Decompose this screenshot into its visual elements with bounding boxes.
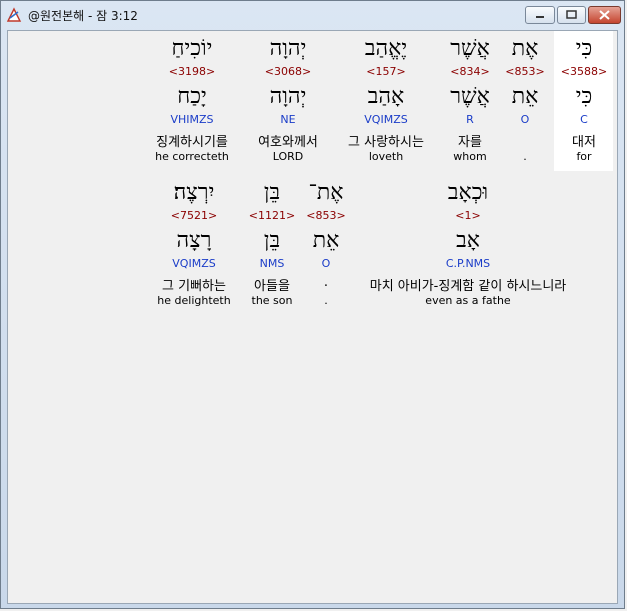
hebrew-lemma: אֵת [511, 84, 539, 109]
strong-number[interactable]: <853> [300, 209, 352, 222]
morphology-code: NMS [259, 257, 285, 270]
hebrew-surface: יְהוָה [269, 36, 307, 61]
strong-number[interactable]: <3068> [248, 65, 328, 78]
minimize-icon [536, 16, 544, 18]
close-icon [599, 10, 610, 20]
word-column[interactable]: אֶת <853> אֵת O . [503, 31, 547, 171]
morphology-code: C.P.NMS [445, 257, 491, 270]
hebrew-surface: אֶת [511, 36, 539, 61]
morphology-code: C [580, 113, 588, 126]
window-title: @원전본해 - 잠 3:12 [28, 9, 138, 23]
app-window: @원전본해 - 잠 3:12 כִּי <3588> כִּי C 대저 for [0, 0, 625, 609]
hebrew-lemma: אֲשֶׁר [450, 84, 490, 109]
word-column[interactable]: יוֹכִיחַ <3198> יָכַח VHIMZS 징계하시기를 he c… [144, 31, 240, 171]
english-gloss: the son [251, 294, 293, 307]
strong-number[interactable]: <1121> [242, 209, 302, 222]
english-gloss: loveth [368, 150, 404, 163]
word-column[interactable]: כִּי <3588> כִּי C 대저 for [556, 31, 612, 171]
korean-gloss: 여호와께서 [258, 135, 318, 150]
korean-gloss: 그 기뻐하는 [162, 279, 226, 294]
morphology-code: VQIMZS [364, 113, 408, 126]
hebrew-surface: אֲשֶׁר [450, 36, 490, 61]
korean-gloss: . [323, 275, 329, 290]
app-logo-icon [6, 7, 22, 22]
morphology-code: NE [280, 113, 296, 126]
hebrew-surface: יוֹכִיחַ [171, 36, 213, 61]
hebrew-surface: כִּי [575, 36, 593, 61]
korean-gloss: 자를 [458, 135, 482, 150]
english-gloss: . [523, 150, 527, 163]
interlinear-view: כִּי <3588> כִּי C 대저 for אֶת <853> אֵת … [7, 30, 618, 604]
morphology-code: O [520, 113, 530, 126]
hebrew-lemma: אָב [456, 228, 480, 253]
hebrew-lemma: אֵת [312, 228, 340, 253]
word-column[interactable]: יֶאֱהַב <157> אָהַב VQIMZS 그 사랑하시는 lovet… [338, 31, 434, 171]
strong-number[interactable]: <7521> [148, 209, 240, 222]
title-bar[interactable]: @원전본해 - 잠 3:12 [1, 1, 624, 29]
hebrew-lemma: בֵּן [263, 228, 281, 253]
strong-number[interactable]: <853> [503, 65, 547, 78]
close-button[interactable] [588, 6, 621, 24]
hebrew-lemma: כִּי [575, 84, 593, 109]
english-gloss: . [324, 294, 328, 307]
english-gloss: whom [453, 150, 487, 163]
word-column[interactable]: בֵּן <1121> בֵּן NMS 아들을 the son [242, 175, 302, 315]
hebrew-lemma: אָהַב [367, 84, 405, 109]
strong-number[interactable]: <834> [444, 65, 496, 78]
strong-number[interactable]: <1> [348, 209, 588, 222]
hebrew-surface: בֵּן [263, 180, 281, 205]
hebrew-lemma: יְהוָה [269, 84, 307, 109]
english-gloss: he delighteth [157, 294, 231, 307]
english-gloss: he correcteth [155, 150, 229, 163]
strong-number[interactable]: <3198> [144, 65, 240, 78]
hebrew-surface: אֶת־ [308, 180, 344, 205]
english-gloss: LORD [272, 150, 304, 163]
strong-number[interactable]: <3588> [556, 65, 612, 78]
hebrew-surface: יִרְצֶה׃ [173, 180, 215, 205]
morphology-code: VQIMZS [172, 257, 216, 270]
maximize-icon [566, 10, 577, 19]
korean-gloss: 대저 [572, 135, 596, 150]
hebrew-surface: וּכְאָב [447, 180, 489, 205]
korean-gloss: 아들을 [254, 279, 290, 294]
korean-gloss: 그 사랑하시는 [348, 135, 424, 150]
hebrew-lemma: רָצָה [176, 228, 212, 253]
word-column[interactable]: יִרְצֶה׃ <7521> רָצָה VQIMZS 그 기뻐하는 he d… [148, 175, 240, 315]
strong-number[interactable]: <157> [338, 65, 434, 78]
word-column[interactable]: וּכְאָב <1> אָב C.P.NMS 마치 아비가-징계함 같이 하시… [348, 175, 588, 315]
hebrew-lemma: יָכַח [177, 84, 207, 109]
hebrew-surface: יֶאֱהַב [364, 36, 408, 61]
english-gloss: even as a fathe [425, 294, 511, 307]
korean-gloss: 마치 아비가-징계함 같이 하시느니라 [369, 279, 567, 294]
english-gloss: for [576, 150, 592, 163]
word-column[interactable]: יְהוָה <3068> יְהוָה NE 여호와께서 LORD [248, 31, 328, 171]
minimize-button[interactable] [525, 6, 555, 24]
morphology-code: R [466, 113, 474, 126]
maximize-button[interactable] [557, 6, 586, 24]
word-column[interactable]: אֲשֶׁר <834> אֲשֶׁר R 자를 whom [444, 31, 496, 171]
morphology-code: O [321, 257, 331, 270]
morphology-code: VHIMZS [170, 113, 214, 126]
korean-gloss: 징계하시기를 [156, 135, 228, 150]
word-column[interactable]: אֶת־ <853> אֵת O . . [300, 175, 352, 315]
